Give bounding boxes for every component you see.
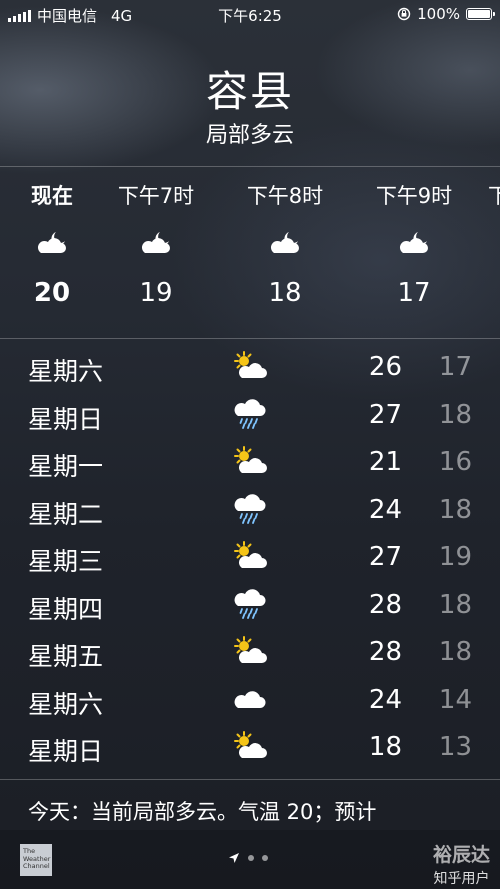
daily-forecast[interactable]: 星期六 26 17 星期日 27 18 星期一 21 16 星期二 24 18 … [0,346,500,774]
page-indicator[interactable] [228,852,268,864]
city-name: 容县 [205,67,294,116]
watermark-title: 裕辰达 [432,844,490,866]
low-temp: 18 [438,399,472,430]
hour-label: 现在 [31,184,73,208]
rotation-lock-icon [397,7,411,21]
hour-temp: 19 [139,278,173,308]
high-temp: 24 [368,494,402,525]
page-dot [262,855,268,861]
hourly-forecast[interactable]: 现在 20 下午7时 19 下午8时 18 下午9时 17 下 [0,166,500,338]
day-name: 星期五 [28,642,104,671]
high-temp: 24 [368,684,402,715]
partly-sunny-icon [232,446,268,476]
high-temp: 27 [368,399,402,430]
partly-sunny-icon [232,351,268,381]
day-name: 星期一 [28,452,104,481]
hour-label: 下午9时 [375,184,453,208]
rain-icon [232,494,268,524]
low-temp: 17 [438,352,472,382]
day-row: 星期日 18 13 [0,726,500,774]
day-row: 星期六 24 14 [0,679,500,727]
today-summary: 今天：当前局部多云。气温 20；预计 [28,800,377,824]
battery-percent: 100% [417,5,460,23]
day-row: 星期二 24 18 [0,489,500,537]
day-name: 星期三 [28,547,104,576]
low-temp: 13 [438,732,472,762]
partly-sunny-icon [232,731,268,761]
day-row: 星期五 28 18 [0,631,500,679]
hour-item: 下午7时 19 [101,166,211,308]
hour-temp: 17 [397,278,431,308]
day-name: 星期四 [28,594,104,624]
divider [0,779,500,780]
low-temp: 19 [438,542,472,572]
high-temp: 18 [368,732,402,762]
hour-label: 下午7时 [117,184,195,208]
day-row: 星期四 28 18 [0,584,500,632]
status-bar: 中国电信 4G 下午6:25 100% [0,0,500,28]
battery-icon [466,8,495,20]
weather-channel-logo[interactable]: The Weather Channel [20,844,52,876]
hour-temp: 18 [268,278,302,308]
rain-icon [232,399,268,429]
high-temp: 28 [368,637,402,667]
hour-label: 下 [488,184,500,208]
day-name: 星期二 [28,499,104,529]
partly-sunny-icon [232,636,268,666]
low-temp: 16 [438,447,472,477]
partly-cloudy-night-icon [397,230,431,256]
high-temp: 27 [368,542,402,572]
hour-label: 下午8时 [246,184,324,208]
day-row: 星期一 21 16 [0,441,500,489]
hour-item: 现在 20 [0,166,107,308]
partly-cloudy-night-icon [139,230,173,256]
day-name: 星期六 [28,357,104,386]
hour-item: 下 [488,166,500,210]
day-row: 星期三 27 19 [0,536,500,584]
day-row: 星期六 26 17 [0,346,500,394]
high-temp: 28 [368,589,402,620]
partly-cloudy-night-icon [35,230,69,256]
watermark-sub: 知乎用户 [433,871,490,887]
partly-cloudy-night-icon [268,230,302,256]
day-name: 星期日 [28,737,104,766]
divider [0,338,500,339]
day-name: 星期六 [28,689,104,719]
bottom-bar: The Weather Channel 裕辰达 知乎用户 [0,830,500,889]
current-condition: 局部多云 [205,123,294,148]
low-temp: 18 [438,494,472,525]
hour-item: 下午9时 17 [359,166,469,308]
cloud-icon [232,684,268,714]
hour-item: 下午8时 18 [230,166,340,308]
low-temp: 18 [438,589,472,620]
high-temp: 26 [368,352,402,382]
day-name: 星期日 [28,404,104,434]
page-dot [248,855,254,861]
rain-icon [232,589,268,619]
low-temp: 14 [438,684,472,715]
watermark: 裕辰达 知乎用户 [433,840,490,888]
status-right: 100% [397,5,495,23]
partly-sunny-icon [232,541,268,571]
hour-temp: 20 [33,278,71,308]
day-row: 星期日 27 18 [0,394,500,442]
low-temp: 18 [438,637,472,667]
high-temp: 21 [368,447,402,477]
location-arrow-icon [229,853,239,863]
